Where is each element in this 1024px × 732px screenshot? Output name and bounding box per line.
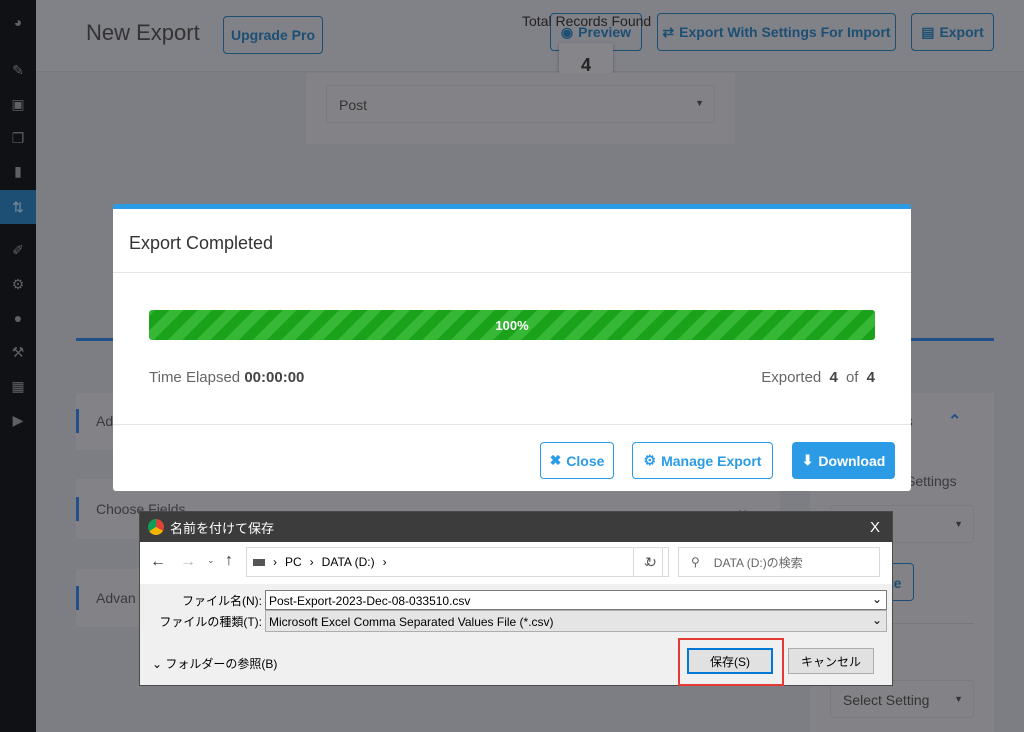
drive-icon	[253, 558, 265, 566]
chevron-down-icon: ⌄	[871, 613, 882, 627]
modal-title: Export Completed	[129, 233, 274, 253]
total-records-label: Total Records Found	[522, 13, 652, 29]
chevron-up-icon[interactable]: ⌃	[948, 411, 961, 431]
manage-export-button[interactable]: ⚙ Manage Export	[632, 442, 773, 479]
chevron-down-icon: ⌄	[152, 657, 163, 671]
browse-folders-toggle[interactable]: ⌄ フォルダーの参照(B)	[152, 655, 277, 672]
dialog-titlebar: 名前を付けて保存 X	[140, 512, 892, 542]
export-label: Export	[939, 24, 984, 40]
caret-down-icon: ▼	[695, 98, 704, 108]
export-settings-label: Export With Settings For Import	[679, 24, 891, 40]
path-segment[interactable]: DATA (D:)	[322, 555, 375, 569]
close-label: Close	[566, 452, 605, 469]
sidebar-item-export-active[interactable]: ⇅	[0, 190, 36, 224]
time-elapsed: Time Elapsed 00:00:00	[149, 369, 304, 386]
caret-down-icon: ▼	[954, 694, 963, 704]
pages-icon[interactable]: ❐	[9, 130, 27, 146]
export-completed-modal: Export Completed 100% Time Elapsed 00:00…	[113, 204, 911, 491]
filetype-select[interactable]: Microsoft Excel Comma Separated Values F…	[265, 610, 887, 632]
swap-icon: ⇄	[662, 23, 675, 40]
appearance-icon[interactable]: ✐	[9, 242, 27, 258]
download-icon: ⬇	[801, 452, 814, 468]
tools-icon[interactable]: ⚒	[9, 344, 27, 360]
exported-value: 4	[829, 369, 838, 386]
dashboard-icon[interactable]: ◕	[9, 14, 27, 30]
media-icon[interactable]: ▣	[9, 96, 27, 112]
download-button[interactable]: ⬇ Download	[792, 442, 895, 479]
advanced-settings-title: Advan	[96, 590, 136, 606]
advanced-card-title: Ad	[96, 413, 114, 429]
filetype-label: ファイルの種類(T):	[159, 615, 262, 629]
pin-icon[interactable]: ✎	[9, 62, 27, 78]
export-with-settings-button[interactable]: ⇄ Export With Settings For Import	[657, 13, 896, 51]
chrome-icon	[148, 519, 164, 535]
post-type-card: Post ▼	[306, 73, 735, 144]
forward-icon[interactable]: →	[180, 553, 196, 571]
export-button[interactable]: ▤ Export	[911, 13, 994, 51]
cancel-button[interactable]: キャンセル	[788, 648, 874, 674]
close-button[interactable]: ✖ Close	[540, 442, 614, 479]
post-type-select[interactable]: Post ▼	[326, 85, 715, 123]
divider	[113, 424, 911, 425]
nav-bar: ← → ⌄ ↑ › PC › DATA (D:) › ⌄ ↻ ⚲ DATA (D:)の…	[140, 542, 892, 584]
post-type-value: Post	[339, 97, 368, 113]
admin-sidebar: ◕ ✎ ▣ ❐ ▮ ⇅ ✐ ⚙ ● ⚒ ▦ ▶	[0, 0, 36, 732]
refresh-button[interactable]: ↻	[633, 547, 669, 577]
time-value: 00:00:00	[244, 369, 305, 386]
close-icon: ✖	[549, 452, 562, 468]
exported-label: Exported	[761, 369, 822, 386]
download-label: Download	[818, 452, 886, 469]
users-icon[interactable]: ●	[9, 310, 27, 326]
progress-fill: 100%	[149, 310, 875, 340]
save-as-dialog: 名前を付けて保存 X ← → ⌄ ↑ › PC › DATA (D:) › ⌄ ↻ …	[139, 511, 893, 686]
total-value: 4	[866, 369, 875, 386]
search-placeholder: DATA (D:)の検索	[713, 555, 803, 570]
divider	[113, 272, 911, 273]
export-icon: ⇅	[12, 199, 24, 215]
save-button[interactable]: 保存(S)	[687, 648, 773, 674]
page-header: New Export Upgrade Pro ◉ Preview Total Re…	[36, 0, 1024, 87]
filetype-value: Microsoft Excel Comma Separated Values F…	[269, 615, 554, 629]
chevron-down-icon[interactable]: ⌄	[872, 592, 882, 606]
dialog-title: 名前を付けて保存	[170, 520, 275, 536]
gears-icon: ⚙	[643, 452, 657, 468]
of-label: of	[845, 369, 859, 386]
comments-icon[interactable]: ▮	[9, 163, 27, 179]
settings-label: Settings	[906, 473, 957, 489]
upgrade-pro-button[interactable]: Upgrade Pro	[223, 16, 323, 54]
recent-chevron-icon[interactable]: ⌄	[207, 555, 215, 566]
browse-label: フォルダーの参照(B)	[165, 657, 278, 671]
dialog-close-button[interactable]: X	[870, 519, 880, 536]
caret-down-icon: ▼	[954, 519, 963, 529]
filename-value: Post-Export-2023-Dec-08-033510.csv	[269, 594, 471, 608]
address-bar[interactable]: › PC › DATA (D:) › ⌄	[246, 547, 663, 577]
up-icon[interactable]: ↑	[225, 552, 233, 570]
select-setting-value: Select Setting	[843, 692, 930, 708]
play-icon[interactable]: ▶	[9, 412, 27, 428]
page-title: New Export	[86, 20, 200, 45]
plugins-icon[interactable]: ⚙	[9, 276, 27, 292]
path-segment[interactable]: PC	[285, 555, 302, 569]
progress-bar: 100%	[149, 310, 875, 340]
search-icon: ⚲	[691, 555, 700, 569]
filename-label: ファイル名(N):	[182, 594, 262, 608]
exported-count: Exported 4 of 4	[761, 369, 875, 386]
file-export-icon: ▤	[921, 23, 935, 40]
filename-input[interactable]: Post-Export-2023-Dec-08-033510.csv ⌄	[265, 590, 887, 610]
search-input[interactable]: ⚲ DATA (D:)の検索	[678, 547, 880, 577]
back-icon[interactable]: ←	[150, 553, 166, 571]
time-label: Time Elapsed	[149, 369, 241, 386]
manage-label: Manage Export	[661, 452, 762, 469]
settings-icon[interactable]: ▦	[9, 378, 27, 394]
